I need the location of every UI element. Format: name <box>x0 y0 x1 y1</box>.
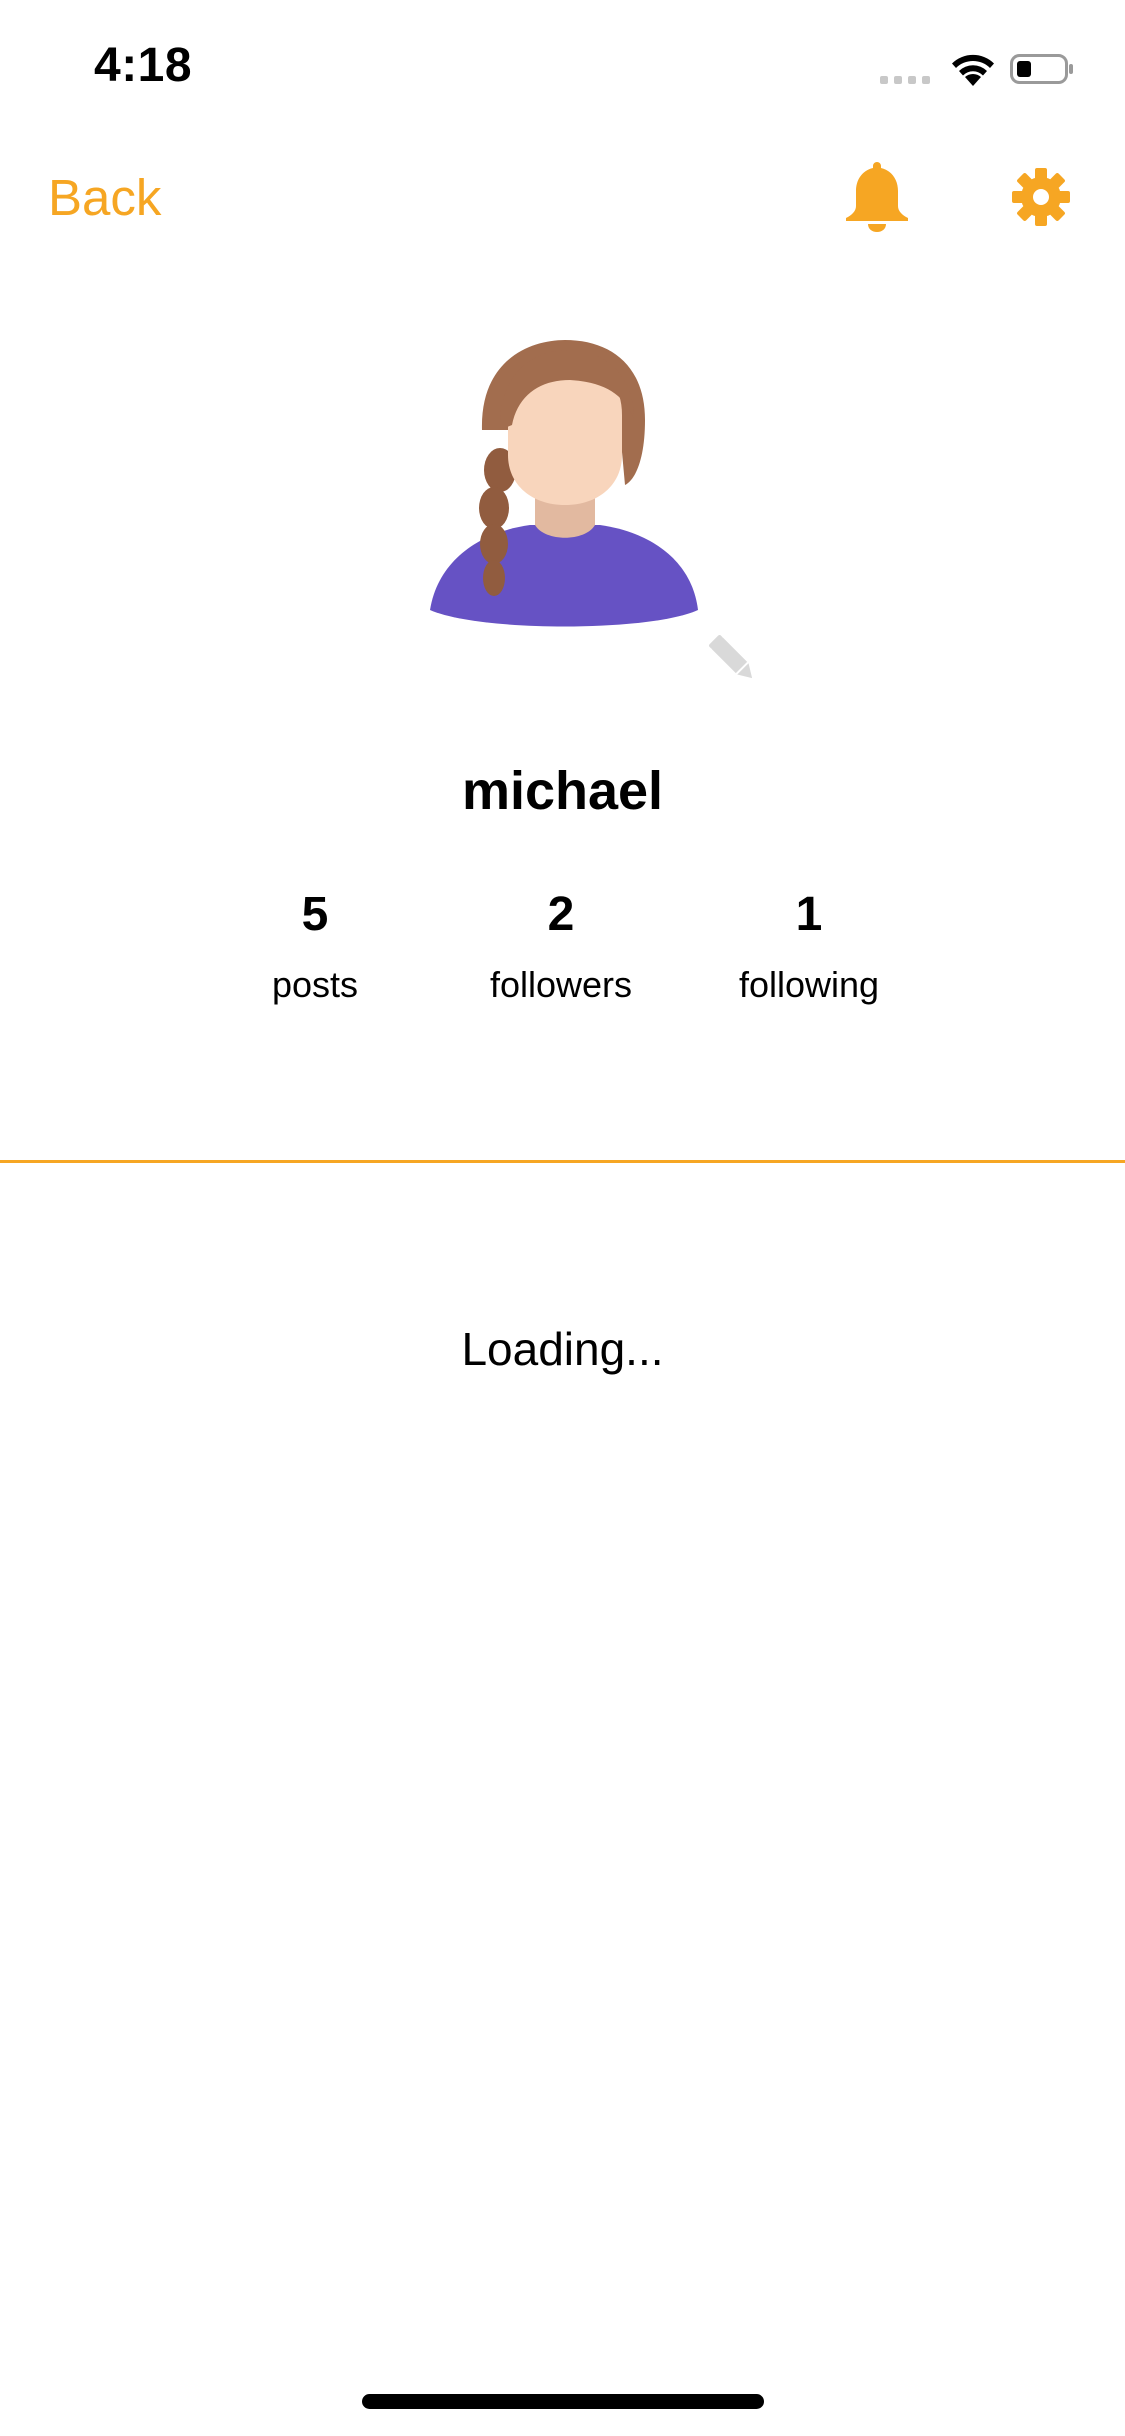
cellular-signal-icon <box>880 76 930 84</box>
wifi-icon <box>952 54 994 86</box>
status-time: 4:18 <box>94 39 193 92</box>
stat-label: posts <box>271 964 359 1005</box>
gear-icon[interactable] <box>1012 168 1070 226</box>
loading-text: Loading... <box>461 1323 664 1375</box>
pencil-icon[interactable] <box>706 632 760 686</box>
bell-icon[interactable] <box>842 158 912 232</box>
divider <box>0 1160 1125 1163</box>
stat-following[interactable]: 1 following <box>699 880 919 1006</box>
profile-stats: 5 posts 2 followers 1 following <box>0 880 1125 1020</box>
stat-value: 2 <box>547 888 575 941</box>
home-indicator[interactable] <box>362 2394 764 2409</box>
avatar[interactable] <box>420 320 710 650</box>
back-button[interactable]: Back <box>48 168 161 227</box>
profile-username: michael <box>461 761 664 821</box>
stat-value: 1 <box>795 888 823 941</box>
stat-label: followers <box>489 964 633 1005</box>
stat-label: following <box>738 964 880 1005</box>
stat-followers[interactable]: 2 followers <box>451 880 671 1006</box>
stat-posts[interactable]: 5 posts <box>205 880 425 1006</box>
stat-value: 5 <box>301 888 329 941</box>
battery-icon <box>1010 54 1073 84</box>
status-bar: 4:18 <box>0 0 1125 132</box>
